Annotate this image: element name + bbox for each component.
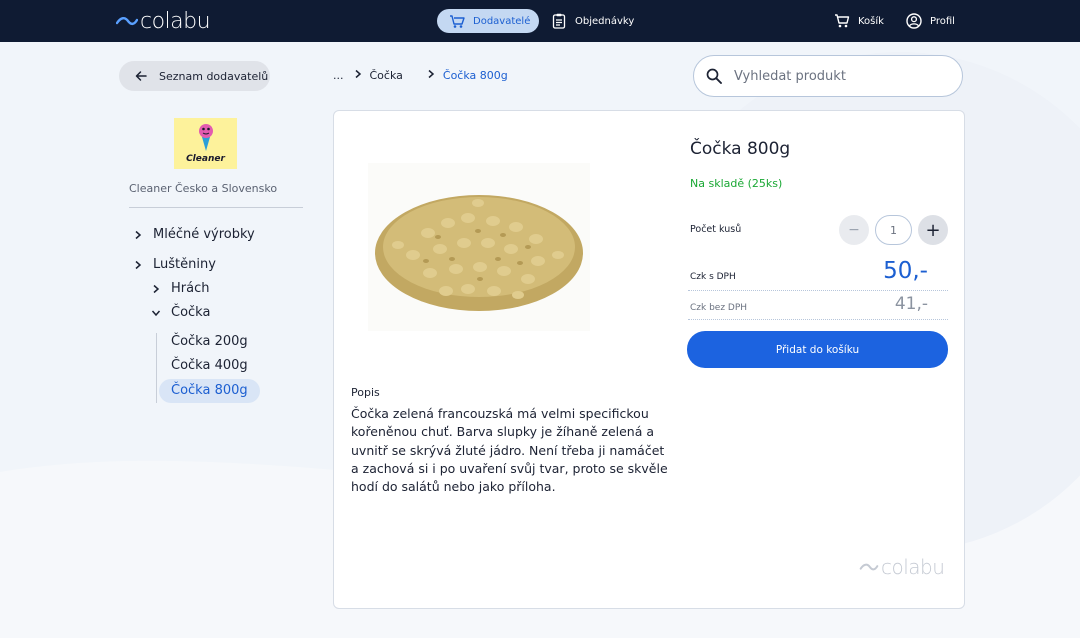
nav-suppliers[interactable]: Dodavatelé [437, 9, 539, 33]
brand-wave-icon [859, 563, 879, 571]
minus-icon: − [848, 222, 860, 238]
chevron-right-icon [355, 69, 361, 79]
supplier-logo: Cleaner [174, 118, 237, 169]
description-heading: Popis [351, 386, 380, 399]
category-peas[interactable]: Hrách [151, 281, 209, 296]
divider [129, 207, 303, 208]
category-peas-label: Hrách [171, 281, 210, 296]
price-without-vat: 41,- [894, 294, 928, 314]
price-with-vat-label: Czk s DPH [690, 272, 736, 282]
product-image [368, 163, 590, 331]
subcategory-item[interactable]: Čočka 400g [171, 354, 248, 378]
nav-suppliers-label: Dodavatelé [473, 15, 531, 27]
product-title: Čočka 800g [690, 139, 791, 159]
search-input[interactable] [734, 68, 934, 84]
nav-orders[interactable]: Objednávky [551, 9, 634, 33]
price-without-vat-row: Czk bez DPH 41,- [688, 291, 948, 320]
nav-profile[interactable]: Profil [906, 9, 955, 33]
quantity-label: Počet kusů [690, 224, 742, 235]
supplier-name: Cleaner Česko a Slovensko [129, 182, 278, 195]
top-navigation-bar: colabu Dodavatelé Objednávky Košík Profi… [0, 0, 1080, 42]
category-lentils-label: Čočka [171, 305, 211, 320]
category-dairy-label: Mléčné výrobky [153, 227, 255, 242]
brand-logo[interactable]: colabu [116, 8, 211, 34]
chevron-right-icon [135, 230, 142, 239]
stock-status: Na skladě (25ks) [690, 177, 783, 190]
subcategory-item-active[interactable]: Čočka 800g [159, 379, 260, 403]
price-with-vat: 50,- [883, 258, 928, 284]
breadcrumb: ... Čočka Čočka 800g [333, 69, 508, 82]
back-to-suppliers-button[interactable]: Seznam dodavatelů [119, 61, 270, 91]
cart-icon [835, 14, 850, 28]
ice-cream-icon [199, 124, 213, 151]
breadcrumb-parent[interactable]: Čočka [370, 69, 403, 82]
category-legumes[interactable]: Luštěniny [133, 257, 216, 272]
product-description: Čočka zelená francouzská má velmi specif… [351, 406, 668, 495]
price-with-vat-row: Czk s DPH 50,- [688, 256, 948, 291]
nav-cart-label: Košík [858, 15, 884, 27]
arrow-left-icon [135, 71, 147, 81]
price-without-vat-label: Czk bez DPH [690, 303, 748, 313]
subcategory-item[interactable]: Čočka 200g [171, 330, 248, 354]
nav-cart[interactable]: Košík [834, 9, 884, 33]
profile-icon [906, 13, 922, 29]
brand-name: colabu [140, 8, 211, 34]
cart-truck-icon [450, 15, 465, 28]
orders-icon [552, 13, 566, 29]
tree-guide-line [156, 333, 157, 403]
quantity-input[interactable]: 1 [875, 215, 912, 245]
brand-wave-icon [116, 17, 138, 26]
nav-profile-label: Profil [930, 15, 955, 27]
breadcrumb-ellipsis[interactable]: ... [333, 69, 344, 82]
category-lentils[interactable]: Čočka [151, 305, 210, 320]
plus-icon: + [925, 219, 941, 241]
search-box[interactable] [693, 55, 963, 97]
watermark-brand-name: colabu [881, 555, 945, 579]
quantity-decrease-button[interactable]: − [839, 215, 869, 245]
chevron-right-icon [428, 69, 435, 79]
add-to-cart-button[interactable]: Přidat do košíku [687, 331, 948, 368]
breadcrumb-current: Čočka 800g [442, 69, 508, 82]
search-icon [706, 68, 722, 84]
product-card: Popis Čočka zelená francouzská má velmi … [333, 110, 965, 609]
chevron-right-icon [135, 260, 142, 269]
quantity-increase-button[interactable]: + [918, 215, 948, 245]
chevron-down-icon [151, 310, 161, 316]
card-watermark-logo: colabu [859, 555, 945, 579]
category-legumes-label: Luštěniny [153, 257, 216, 272]
back-button-label: Seznam dodavatelů [159, 69, 269, 83]
supplier-logo-text: Cleaner [186, 154, 225, 164]
category-dairy[interactable]: Mléčné výrobky [133, 227, 255, 242]
chevron-right-icon [153, 284, 160, 293]
nav-orders-label: Objednávky [575, 15, 635, 27]
